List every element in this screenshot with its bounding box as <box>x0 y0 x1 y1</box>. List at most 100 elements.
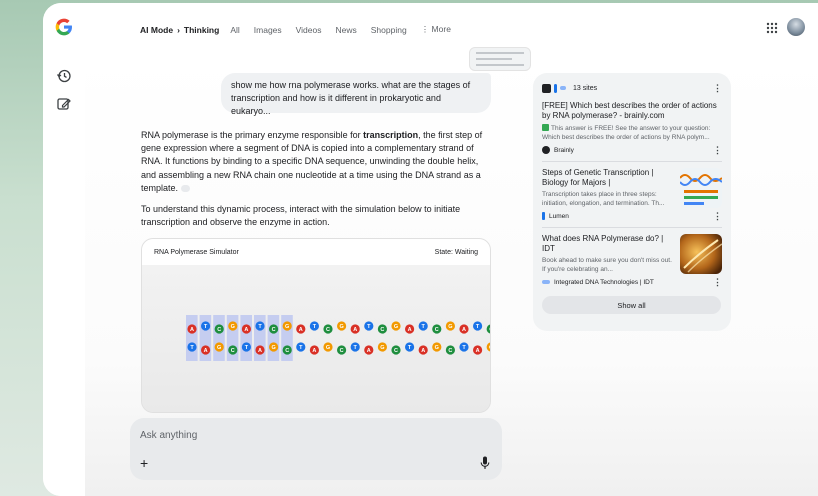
source-card-desc: Book ahead to make sure you don't miss o… <box>542 257 672 273</box>
nucleotide-label: C <box>217 327 221 333</box>
top-bar: AI Mode › Thinking All Images Videos New… <box>85 3 818 53</box>
nucleotide-label: C <box>489 327 491 333</box>
user-query-bubble: show me how rna polymerase works. what a… <box>221 73 491 116</box>
source-card-site: Brainly ⋮ <box>542 145 722 155</box>
source-card-title[interactable]: [FREE] Which best describes the order of… <box>542 101 722 121</box>
source-name: Lumen <box>549 212 569 220</box>
source-card-desc: Transcription takes place in three steps… <box>542 191 665 207</box>
unwound-region-marker <box>267 315 280 361</box>
history-icon[interactable] <box>56 68 72 84</box>
nucleotide-label: A <box>462 327 466 333</box>
source-card[interactable]: [FREE] Which best describes the order of… <box>542 95 722 155</box>
lumen-favicon <box>554 83 557 93</box>
nucleotide-label: C <box>231 348 235 354</box>
nucleotide-label: A <box>353 327 357 333</box>
nucleotide-label: G <box>380 345 384 351</box>
check-icon <box>542 124 549 131</box>
nucleotide-label: A <box>476 348 480 354</box>
add-attachment-button[interactable]: + <box>140 456 148 470</box>
answer-paragraph-2: To understand this dynamic process, inte… <box>141 204 461 228</box>
nucleotide-label: C <box>380 327 384 333</box>
source-card-title[interactable]: Steps of Genetic Transcription | Biology… <box>542 168 672 188</box>
apps-grid-icon[interactable] <box>766 22 778 34</box>
card-more-icon[interactable]: ⋮ <box>713 277 722 288</box>
nucleotide-label: G <box>326 345 330 351</box>
answer-paragraph-1: RNA polymerase is the primary enzyme res… <box>141 129 491 195</box>
unwound-region-marker <box>240 315 252 361</box>
card-more-icon[interactable]: ⋮ <box>713 145 722 156</box>
new-chat-icon[interactable] <box>56 96 72 112</box>
ai-answer: RNA polymerase is the primary enzyme res… <box>141 129 491 237</box>
source-card-site: Integrated DNA Technologies | IDT ⋮ <box>542 277 722 287</box>
nucleotide-label: A <box>408 327 412 333</box>
dna-strand-visual: ATCGATCGATCGATCGATCGATCGTAGCTAGCTAGCTAGC… <box>186 315 491 361</box>
simulator-canvas[interactable]: ATCGATCGATCGATCGATCGATCGTAGCTAGCTAGCTAGC… <box>142 265 490 412</box>
simulator-state: State: Waiting <box>434 248 478 256</box>
unwound-region-marker <box>186 315 198 361</box>
source-name: Integrated DNA Technologies | IDT <box>554 278 654 286</box>
source-card-title[interactable]: What does RNA Polymerase do? | IDT <box>542 234 672 254</box>
source-name: Brainly <box>554 146 574 154</box>
nucleotide-label: G <box>394 324 398 330</box>
sources-count: 13 sites <box>573 84 598 92</box>
nucleotide-label: G <box>489 345 491 351</box>
nucleotide-label: A <box>367 348 371 354</box>
tab-news[interactable]: News <box>336 25 357 35</box>
nucleotide-label: C <box>285 348 289 354</box>
source-card[interactable]: What does RNA Polymerase do? | IDT Book … <box>542 228 722 287</box>
answer-bold-term: transcription <box>363 130 419 140</box>
show-all-button[interactable]: Show all <box>542 296 721 314</box>
citation-link-icon[interactable] <box>181 184 191 192</box>
idt-icon <box>542 280 550 284</box>
tab-all[interactable]: All <box>230 25 239 35</box>
card-more-icon[interactable]: ⋮ <box>713 211 722 222</box>
browser-frame: AI Mode › Thinking All Images Videos New… <box>43 3 818 496</box>
tab-more[interactable]: ⋮ More <box>421 24 451 35</box>
ask-input[interactable] <box>140 427 440 443</box>
breadcrumb-thinking: Thinking <box>183 24 220 35</box>
rna-polymerase-simulator[interactable]: RNA Polymerase Simulator State: Waiting … <box>141 238 491 413</box>
simulator-header: RNA Polymerase Simulator State: Waiting <box>142 239 490 265</box>
nucleotide-label: G <box>271 345 275 351</box>
search-nav: AI Mode › Thinking All Images Videos New… <box>140 24 465 35</box>
left-rail <box>43 3 85 496</box>
source-card[interactable]: Steps of Genetic Transcription | Biology… <box>542 162 722 221</box>
source-card-desc: This answer is FREE! See the answer to y… <box>542 124 722 142</box>
nucleotide-label: G <box>285 324 289 330</box>
google-logo-icon[interactable] <box>54 17 74 37</box>
nucleotide-label: A <box>190 327 194 333</box>
nucleotide-label: C <box>340 348 344 354</box>
brainly-favicon <box>542 83 551 93</box>
sources-panel: 13 sites ⋮ [FREE] Which best describes t… <box>533 73 731 331</box>
main-content: show me how rna polymerase works. what a… <box>85 47 818 496</box>
tab-images[interactable]: Images <box>254 25 282 35</box>
tab-videos[interactable]: Videos <box>296 25 322 35</box>
brainly-icon <box>542 146 550 154</box>
unwound-region-marker <box>213 315 225 361</box>
tab-shopping[interactable]: Shopping <box>371 25 407 35</box>
attached-image-thumbnail[interactable] <box>469 47 531 71</box>
nucleotide-label: C <box>435 327 439 333</box>
lumen-icon <box>542 212 545 220</box>
breadcrumb-separator: › <box>177 24 180 35</box>
simulator-title: RNA Polymerase Simulator <box>154 248 239 256</box>
microphone-icon[interactable] <box>480 456 490 470</box>
nucleotide-label: A <box>312 348 316 354</box>
breadcrumb-ai-mode[interactable]: AI Mode <box>140 25 173 35</box>
composer: + <box>130 418 502 480</box>
nucleotide-label: A <box>421 348 425 354</box>
sources-more-menu-icon[interactable]: ⋮ <box>713 83 722 94</box>
nucleotide-label: G <box>435 345 439 351</box>
dna-helix-thumbnail <box>680 234 722 274</box>
nucleotide-label: A <box>244 327 248 333</box>
nucleotide-label: C <box>326 327 330 333</box>
nucleotide-label: C <box>448 348 452 354</box>
nucleotide-label: C <box>394 348 398 354</box>
source-card-desc-text: This answer is FREE! See the answer to y… <box>542 125 711 141</box>
nucleotide-label: A <box>204 348 208 354</box>
nucleotide-label: C <box>272 327 276 333</box>
answer-text: RNA polymerase is the primary enzyme res… <box>141 130 364 140</box>
nucleotide-label: A <box>299 327 303 333</box>
avatar[interactable] <box>787 18 805 36</box>
idt-favicon <box>560 86 566 90</box>
